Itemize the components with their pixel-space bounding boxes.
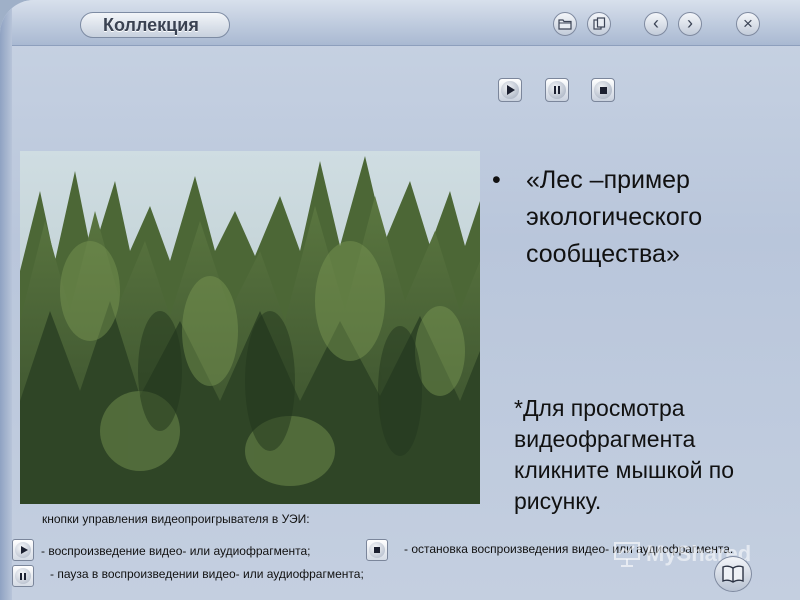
bullet-marker: • [492,166,501,194]
presentation-icon [614,542,640,567]
heading-row: • «Лес –пример экологического сообщества… [490,162,780,273]
legend-play-disc [15,542,31,558]
heading-block: • «Лес –пример экологического сообщества… [490,162,780,273]
back-button[interactable]: ‹ [644,12,668,36]
window-left-rail [0,0,12,600]
pause-button[interactable] [545,78,569,102]
play-button[interactable] [498,78,522,102]
chevron-right-icon: › [687,13,693,33]
pause-icon [20,572,26,580]
stop-icon [374,547,380,553]
legend-stop-icon-box [366,539,388,561]
forest-image [20,151,480,504]
pause-button-disc [548,81,566,99]
window-title: Коллекция [103,14,199,35]
stop-icon [599,86,607,94]
legend-stop-disc [369,542,385,558]
book-icon [722,565,744,583]
open-folder-button[interactable] [553,12,577,36]
close-icon: × [743,14,753,33]
slide-heading: «Лес –пример экологического сообщества» [526,166,703,268]
video-hint-note: *Для просмотра видеофрагмента кликните м… [514,395,735,514]
video-frame[interactable] [20,151,480,504]
play-icon [20,546,28,554]
legend-pause-text: - пауза в воспроизведении видео- или ауд… [50,567,364,581]
copy-icon [592,17,605,30]
legend-title: кнопки управления видеопроигрывателя в У… [42,512,310,526]
stop-button[interactable] [591,78,615,102]
window-title-tab: Коллекция [80,12,230,38]
chevron-left-icon: ‹ [653,13,659,33]
play-icon [507,85,515,95]
play-button-disc [501,81,519,99]
folder-icon [558,19,572,30]
app-window: Коллекция ‹ › × • «Лес –пример экологиче… [0,0,800,600]
legend-pause-disc [15,568,31,584]
copy-button[interactable] [587,12,611,36]
pause-icon [554,86,560,94]
legend-play-icon-box [12,539,34,561]
legend-pause-icon-box [12,565,34,587]
close-button[interactable]: × [736,12,760,36]
forward-button[interactable]: › [678,12,702,36]
stop-button-disc [594,81,612,99]
legend-play-text: - воспроизведение видео- или аудиофрагме… [41,544,311,558]
book-button[interactable] [714,556,752,592]
